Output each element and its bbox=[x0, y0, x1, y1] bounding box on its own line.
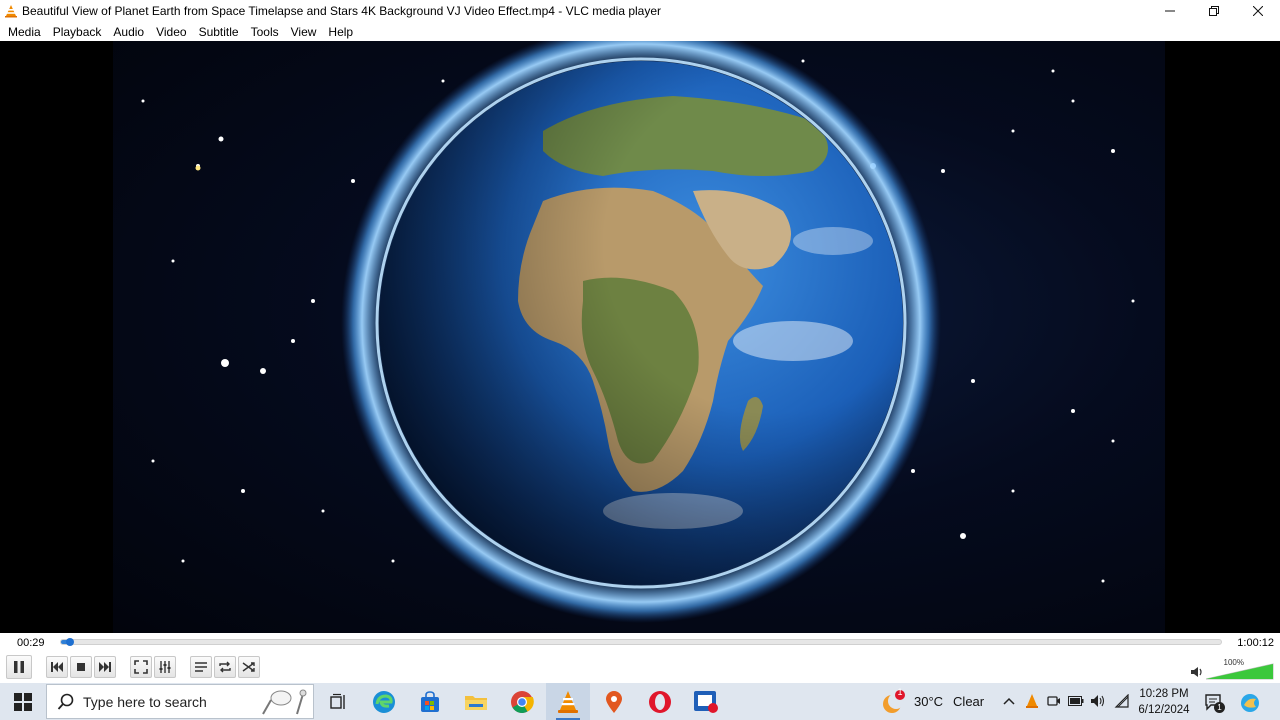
vlc-cone-icon bbox=[5, 5, 17, 18]
restore-icon bbox=[1209, 6, 1219, 16]
menu-playback[interactable]: Playback bbox=[47, 25, 108, 39]
close-icon bbox=[1253, 6, 1263, 16]
next-icon bbox=[99, 662, 111, 672]
vlc-tray-icon bbox=[1026, 694, 1038, 708]
volume-icon[interactable] bbox=[1190, 665, 1204, 679]
taskbar-app-maps[interactable] bbox=[592, 683, 636, 720]
menu-tools[interactable]: Tools bbox=[245, 25, 285, 39]
volume-slider[interactable] bbox=[1206, 658, 1274, 680]
weather-widget[interactable]: 1 30°C Clear bbox=[880, 683, 984, 720]
elapsed-time: 00:29 bbox=[17, 637, 45, 649]
menu-media[interactable]: Media bbox=[2, 25, 47, 39]
tray-battery[interactable] bbox=[1068, 693, 1084, 709]
chevron-up-icon bbox=[1003, 697, 1015, 705]
loop-icon bbox=[219, 661, 231, 673]
weather-temperature: 30°C bbox=[914, 694, 944, 709]
pause-icon bbox=[14, 661, 24, 673]
earth-video-image bbox=[141, 41, 1135, 623]
search-highlight-illustration-icon bbox=[262, 689, 307, 715]
vlc-icon bbox=[558, 690, 578, 713]
taskbar: Type here to search 1 30°C Clear 10:28 P… bbox=[0, 683, 1280, 720]
clock-date: 6/12/2024 bbox=[1138, 704, 1190, 716]
pause-button[interactable] bbox=[6, 655, 32, 679]
file-explorer-icon bbox=[465, 695, 487, 710]
taskbar-app-opera[interactable] bbox=[638, 683, 682, 720]
store-icon bbox=[421, 690, 439, 712]
taskbar-search[interactable]: Type here to search bbox=[46, 684, 314, 719]
chrome-icon bbox=[511, 690, 534, 713]
maps-pin-icon bbox=[606, 690, 622, 713]
tray-volume[interactable] bbox=[1090, 693, 1106, 709]
extended-settings-icon bbox=[159, 661, 171, 673]
maximize-button[interactable] bbox=[1192, 0, 1236, 22]
tray-network[interactable] bbox=[1114, 693, 1130, 709]
menu-audio[interactable]: Audio bbox=[107, 25, 150, 39]
edge-icon bbox=[373, 690, 395, 713]
tray-vlc[interactable] bbox=[1024, 693, 1040, 709]
show-hidden-icons-button[interactable] bbox=[1001, 693, 1017, 709]
taskbar-app-edge[interactable] bbox=[362, 683, 406, 720]
camera-icon bbox=[1047, 696, 1060, 706]
previous-button[interactable] bbox=[46, 656, 68, 678]
shuffle-icon bbox=[242, 662, 255, 672]
seek-slider[interactable] bbox=[60, 638, 1222, 646]
search-icon bbox=[57, 693, 74, 710]
playlist-icon bbox=[195, 662, 207, 672]
title-bar: Beautiful View of Planet Earth from Spac… bbox=[0, 0, 1280, 22]
close-button[interactable] bbox=[1236, 0, 1280, 22]
tray-meet-now[interactable] bbox=[1046, 693, 1062, 709]
task-view-icon bbox=[330, 693, 345, 709]
next-button[interactable] bbox=[94, 656, 116, 678]
search-placeholder: Type here to search bbox=[83, 693, 207, 710]
video-area[interactable] bbox=[0, 41, 1280, 633]
taskbar-app-chrome[interactable] bbox=[500, 683, 544, 720]
taskbar-app-screen-recorder[interactable] bbox=[684, 683, 728, 720]
notification-center-button[interactable]: 1 bbox=[1204, 693, 1225, 713]
stop-button[interactable] bbox=[70, 656, 92, 678]
speaker-icon bbox=[1091, 695, 1105, 707]
task-view-button[interactable] bbox=[316, 683, 360, 720]
previous-icon bbox=[51, 662, 63, 672]
tray-copilot[interactable] bbox=[1240, 693, 1260, 713]
taskbar-app-vlc[interactable] bbox=[546, 683, 590, 720]
screen-recorder-icon bbox=[694, 690, 718, 713]
copilot-icon bbox=[1241, 694, 1259, 712]
taskbar-app-store[interactable] bbox=[408, 683, 452, 720]
taskbar-clock[interactable]: 10:28 PM 6/12/2024 bbox=[1130, 686, 1198, 718]
menu-help[interactable]: Help bbox=[322, 25, 359, 39]
video-frame bbox=[113, 41, 1165, 633]
minimize-button[interactable] bbox=[1148, 0, 1192, 22]
battery-icon bbox=[1068, 696, 1084, 706]
menu-bar: Media Playback Audio Video Subtitle Tool… bbox=[0, 22, 1280, 41]
weather-condition: Clear bbox=[953, 694, 985, 709]
window-title: Beautiful View of Planet Earth from Spac… bbox=[22, 4, 662, 18]
menu-view[interactable]: View bbox=[285, 25, 323, 39]
wifi-icon bbox=[1114, 694, 1129, 708]
stop-icon bbox=[77, 663, 85, 671]
start-button[interactable] bbox=[0, 683, 46, 720]
playlist-button[interactable] bbox=[190, 656, 212, 678]
clock-time: 10:28 PM bbox=[1139, 688, 1189, 700]
loop-button[interactable] bbox=[214, 656, 236, 678]
opera-icon bbox=[649, 690, 671, 713]
fullscreen-button[interactable] bbox=[130, 656, 152, 678]
windows-icon bbox=[14, 692, 32, 711]
seek-row: 00:29 1:00:12 bbox=[0, 633, 1280, 653]
minimize-icon bbox=[1165, 10, 1175, 12]
playback-controls: 100% bbox=[0, 653, 1280, 683]
taskbar-app-file-explorer[interactable] bbox=[454, 683, 498, 720]
weather-alert-badge: 1 bbox=[897, 687, 903, 697]
extended-settings-button[interactable] bbox=[154, 656, 176, 678]
menu-video[interactable]: Video bbox=[150, 25, 192, 39]
notification-count-badge: 1 bbox=[1214, 702, 1225, 713]
menu-subtitle[interactable]: Subtitle bbox=[193, 25, 245, 39]
shuffle-button[interactable] bbox=[238, 656, 260, 678]
total-time: 1:00:12 bbox=[1237, 637, 1274, 649]
seek-handle[interactable] bbox=[66, 638, 75, 646]
fullscreen-icon bbox=[134, 660, 148, 674]
